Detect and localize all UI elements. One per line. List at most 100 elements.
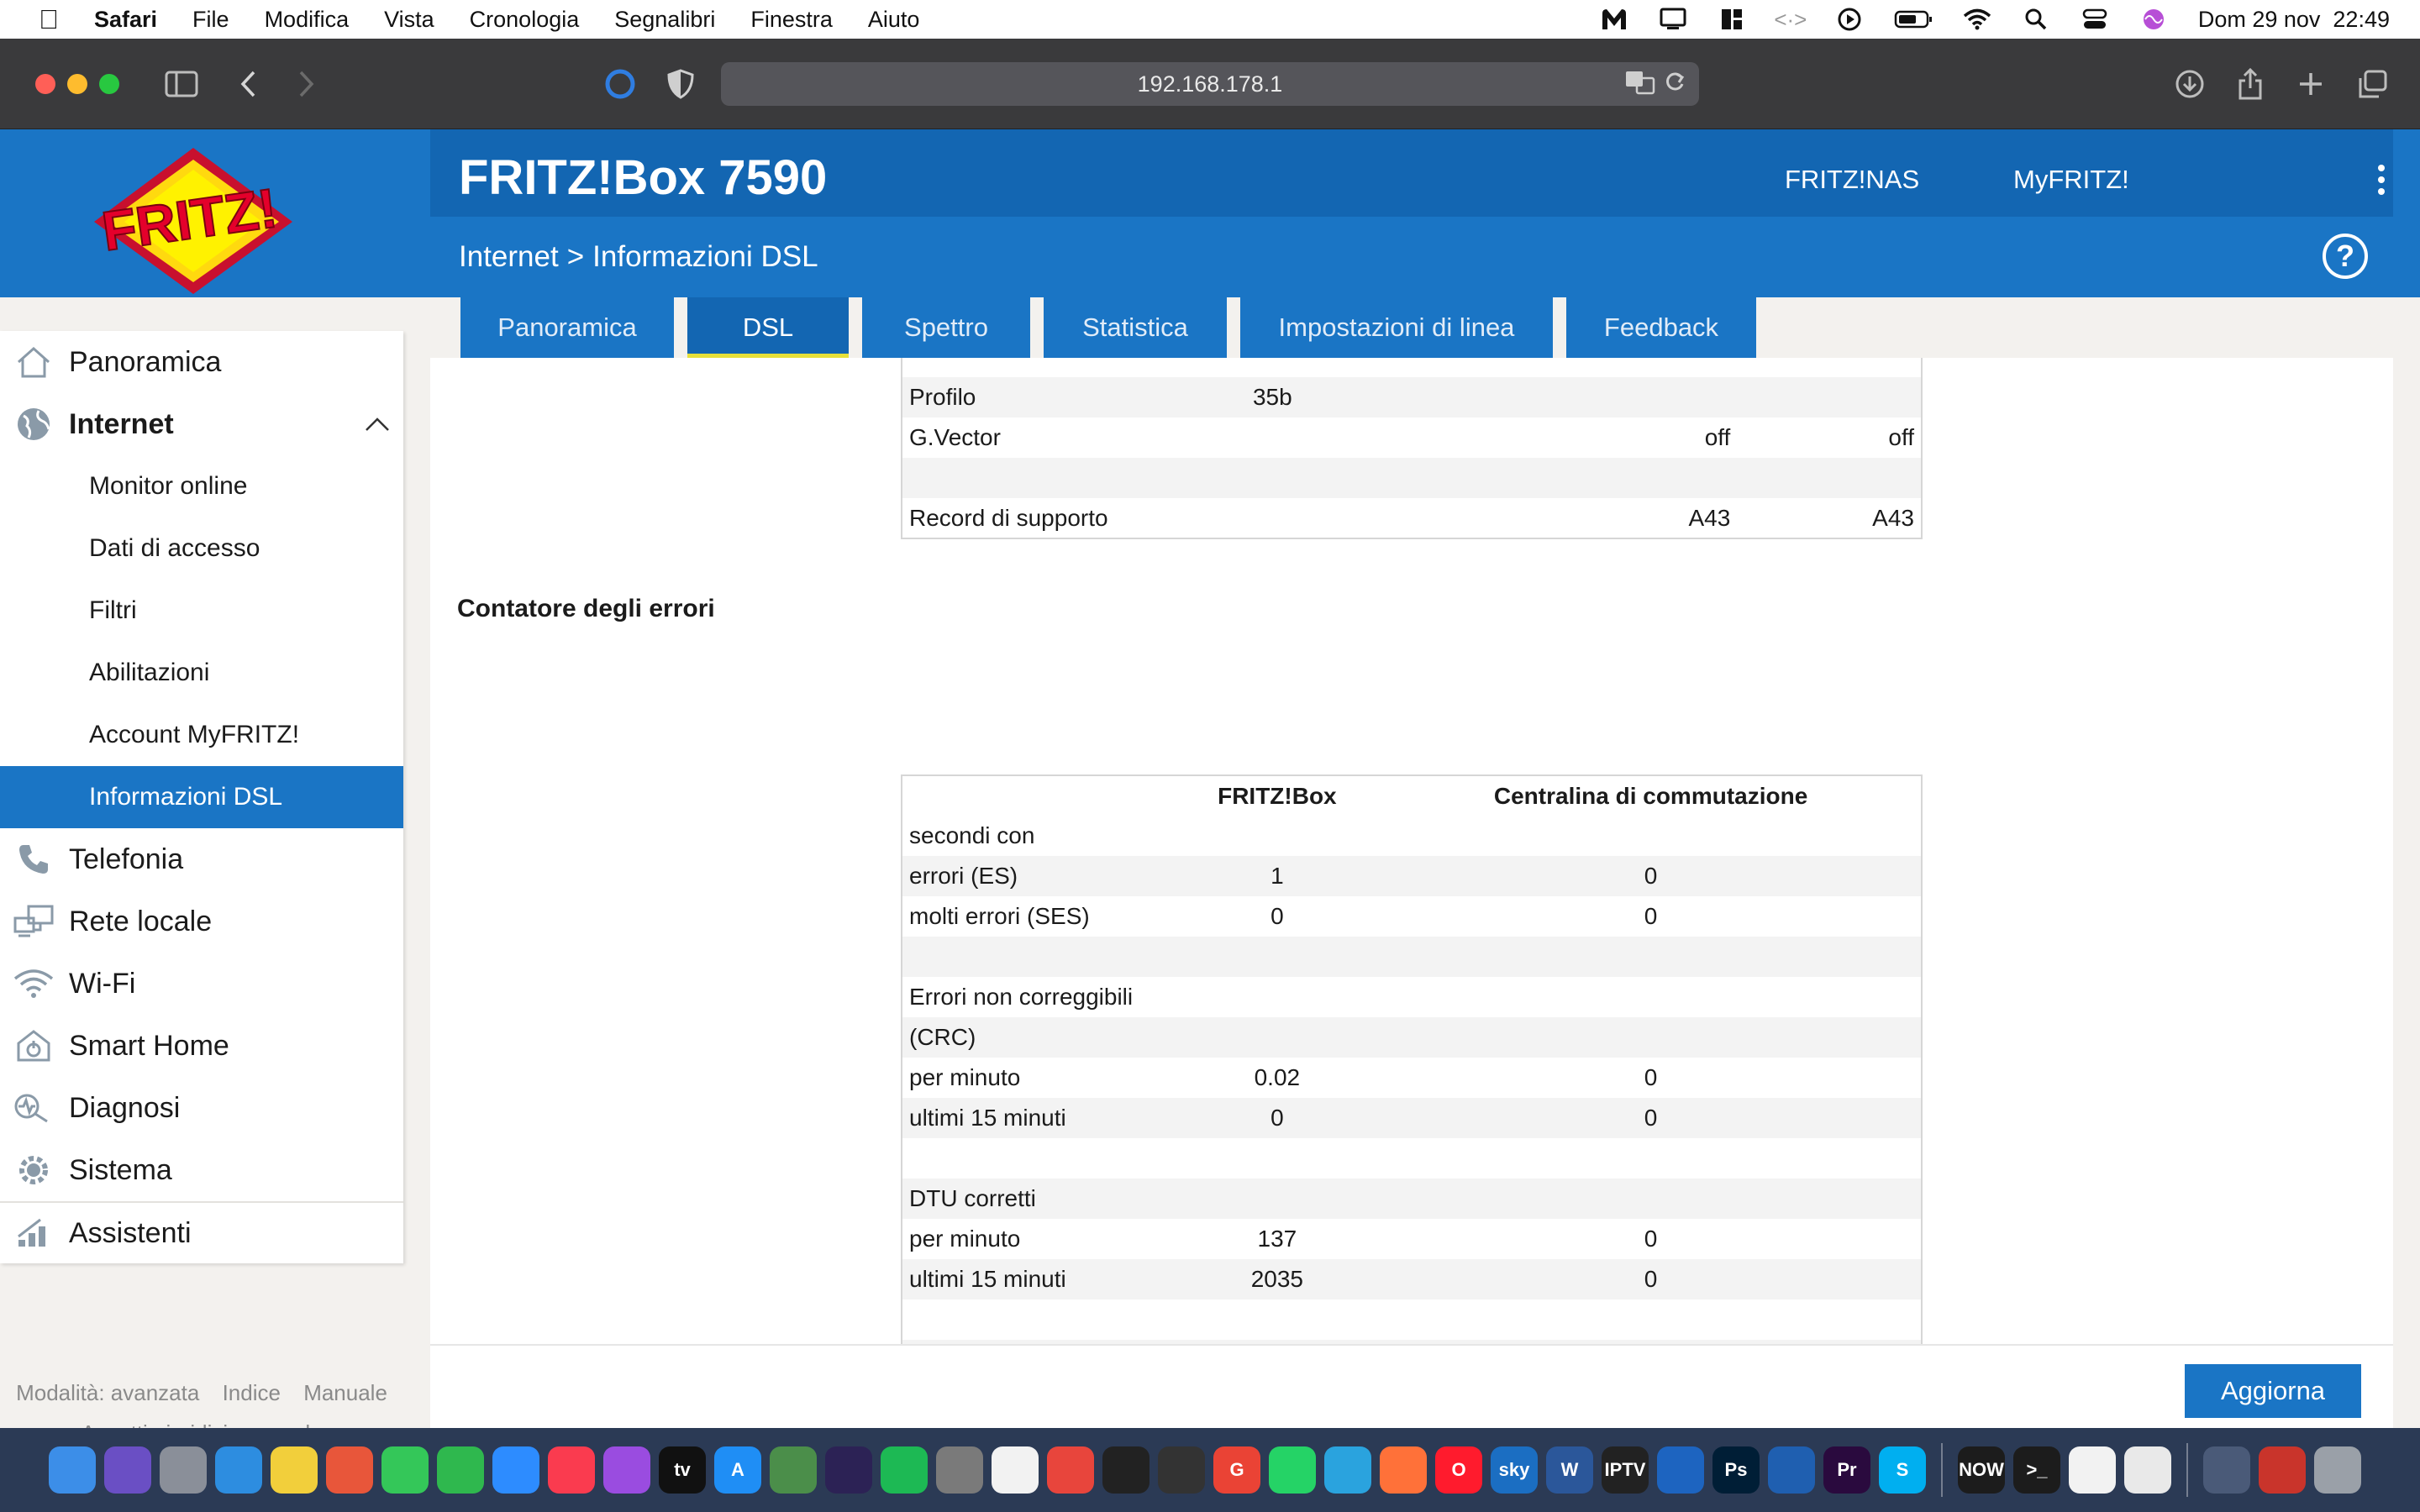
help-button[interactable]: ? <box>2323 234 2368 279</box>
now-icon[interactable]: NOW <box>1958 1446 2005 1494</box>
textedit-icon[interactable] <box>2124 1446 2171 1494</box>
index-link[interactable]: Indice <box>223 1380 281 1405</box>
accessibility-icon[interactable] <box>1768 1446 1815 1494</box>
tab-panoramica[interactable]: Panoramica <box>460 297 674 358</box>
share-icon[interactable] <box>2230 64 2270 104</box>
sidebar-sub-abilitazioni[interactable]: Abilitazioni <box>0 642 403 704</box>
sidebar-item-internet[interactable]: Internet <box>0 393 403 455</box>
tab-impostazioni-linea[interactable]: Impostazioni di linea <box>1240 297 1553 358</box>
layout-icon[interactable] <box>1718 7 1746 32</box>
menu-modifica[interactable]: Modifica <box>265 7 350 33</box>
menu-file[interactable]: File <box>192 7 229 33</box>
menu-app-name[interactable]: Safari <box>94 7 157 33</box>
menu-aiuto[interactable]: Aiuto <box>868 7 920 33</box>
sidebar-item-sistema[interactable]: Sistema <box>0 1139 403 1201</box>
sidebar-item-smart-home[interactable]: Smart Home <box>0 1015 403 1077</box>
google-icon[interactable]: G <box>1213 1446 1260 1494</box>
podcasts-icon[interactable] <box>603 1446 650 1494</box>
sidebar-item-wifi[interactable]: Wi-Fi <box>0 953 403 1015</box>
appstore-icon[interactable]: A <box>714 1446 761 1494</box>
launchpad-icon[interactable] <box>160 1446 207 1494</box>
finder-icon[interactable] <box>49 1446 96 1494</box>
fritz-logo[interactable]: FRITZ! <box>84 138 302 297</box>
photoshop-icon[interactable]: Ps <box>1712 1446 1760 1494</box>
sidebar-sub-filtri[interactable]: Filtri <box>0 580 403 642</box>
sidebar-item-telefonia[interactable]: Telefonia <box>0 828 403 890</box>
toolbox-icon[interactable] <box>2259 1446 2306 1494</box>
telegram-icon[interactable] <box>1324 1446 1371 1494</box>
notification-icon[interactable] <box>1659 7 1687 32</box>
player-icon[interactable] <box>992 1446 1039 1494</box>
eclipse-icon[interactable] <box>825 1446 872 1494</box>
sidebar-toggle-icon[interactable] <box>161 64 202 104</box>
sidebar-item-assistenti[interactable]: Assistenti <box>0 1201 403 1263</box>
manual-link[interactable]: Manuale <box>303 1380 387 1405</box>
avm-link[interactable]: avm.de <box>250 1420 322 1428</box>
opera-icon[interactable]: O <box>1435 1446 1482 1494</box>
siri-icon[interactable] <box>104 1446 151 1494</box>
tab-feedback[interactable]: Feedback <box>1566 297 1756 358</box>
firefox-icon[interactable] <box>1380 1446 1427 1494</box>
translate-icon[interactable] <box>1625 69 1655 102</box>
tab-dsl[interactable]: DSL <box>687 297 849 358</box>
breadcrumb-parent[interactable]: Internet <box>459 240 559 274</box>
mode-link[interactable]: Modalità: avanzata <box>16 1380 199 1405</box>
music-icon[interactable] <box>548 1446 595 1494</box>
apple-menu-icon[interactable]:  <box>34 4 64 35</box>
close-window-button[interactable] <box>35 74 55 94</box>
word-icon[interactable]: W <box>1546 1446 1593 1494</box>
chevron-up-icon[interactable] <box>365 410 390 438</box>
spotlight-search-icon[interactable] <box>2022 7 2050 32</box>
new-tab-icon[interactable] <box>2291 64 2331 104</box>
facetime-icon[interactable] <box>437 1446 484 1494</box>
extension-icon[interactable] <box>600 64 640 104</box>
menu-segnalibri[interactable]: Segnalibri <box>614 7 715 33</box>
sidebar-item-panoramica[interactable]: Panoramica <box>0 331 403 393</box>
tab-spettro[interactable]: Spettro <box>862 297 1030 358</box>
chrome-icon[interactable] <box>1047 1446 1094 1494</box>
java-icon[interactable] <box>2069 1446 2116 1494</box>
privacy-shield-icon[interactable] <box>660 64 701 104</box>
sidebar-sub-informazioni-dsl[interactable]: Informazioni DSL <box>0 766 403 828</box>
terminal-icon[interactable]: >_ <box>2013 1446 2060 1494</box>
system-prefs-icon[interactable] <box>936 1446 983 1494</box>
notes-icon[interactable] <box>271 1446 318 1494</box>
sidebar-sub-monitor-online[interactable]: Monitor online <box>0 455 403 517</box>
battery-icon[interactable] <box>1894 7 1933 32</box>
messages-icon[interactable] <box>381 1446 429 1494</box>
sidebar-item-diagnosi[interactable]: Diagnosi <box>0 1077 403 1139</box>
wifi-status-icon[interactable] <box>1963 7 1991 32</box>
safari-icon[interactable] <box>215 1446 262 1494</box>
fritznas-link[interactable]: FRITZ!NAS <box>1785 165 1919 195</box>
photos-icon[interactable] <box>326 1446 373 1494</box>
trash-icon[interactable] <box>2314 1446 2361 1494</box>
appletv-icon[interactable]: tv <box>659 1446 706 1494</box>
menubar-clock[interactable]: Dom 29 nov 22:49 <box>2198 7 2390 33</box>
iptv-icon[interactable]: IPTV <box>1602 1446 1649 1494</box>
caffeine-icon[interactable] <box>2203 1446 2250 1494</box>
siri-menubar-icon[interactable] <box>2139 7 2168 32</box>
legal-link[interactable]: Aspetti giuridici <box>81 1420 228 1428</box>
malwarebytes-icon[interactable] <box>1600 7 1628 32</box>
spotify-icon[interactable] <box>881 1446 928 1494</box>
play-icon[interactable] <box>1835 7 1864 32</box>
menu-vista[interactable]: Vista <box>384 7 434 33</box>
control-center-icon[interactable] <box>2081 7 2109 32</box>
tab-statistica[interactable]: Statistica <box>1044 297 1227 358</box>
tab-overview-icon[interactable] <box>2353 64 2393 104</box>
audio-icon[interactable] <box>1102 1446 1150 1494</box>
premiere-icon[interactable]: Pr <box>1823 1446 1870 1494</box>
minimize-window-button[interactable] <box>67 74 87 94</box>
sidebar-item-rete-locale[interactable]: Rete locale <box>0 890 403 953</box>
reload-icon[interactable] <box>1664 69 1686 100</box>
address-bar[interactable]: 192.168.178.1 <box>721 62 1699 106</box>
code-icon[interactable]: <·> <box>1774 7 1807 32</box>
sidebar-sub-dati-accesso[interactable]: Dati di accesso <box>0 517 403 580</box>
refresh-button[interactable]: Aggiorna <box>2185 1364 2361 1418</box>
more-options-icon[interactable] <box>2375 163 2388 197</box>
shark-icon[interactable] <box>1657 1446 1704 1494</box>
forward-icon[interactable] <box>286 64 326 104</box>
zoom-window-button[interactable] <box>99 74 119 94</box>
sidebar-sub-account-myfritz[interactable]: Account MyFRITZ! <box>0 704 403 766</box>
back-icon[interactable] <box>229 64 269 104</box>
